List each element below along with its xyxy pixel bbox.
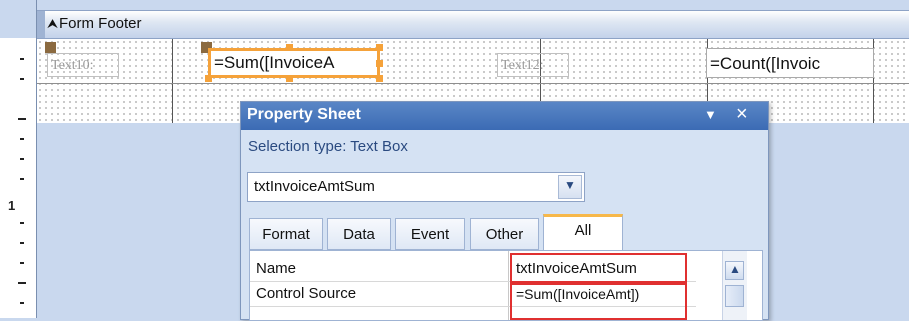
ruler-tick <box>20 158 24 160</box>
tab-data[interactable]: Data <box>327 218 391 250</box>
ruler-number: 1 <box>8 198 16 213</box>
object-selector-value: txtInvoiceAmtSum <box>254 178 375 195</box>
property-name: Control Source <box>256 285 357 302</box>
ruler-tick <box>18 118 26 120</box>
form-footer-section-bar[interactable]: ⮝ Form Footer <box>37 10 909 39</box>
ruler-header-strip <box>0 0 36 38</box>
selection-type: Selection type: Text Box <box>248 138 408 155</box>
textbox-count[interactable]: =Count([Invoic <box>706 48 874 78</box>
tab-event[interactable]: Event <box>395 218 465 250</box>
property-name: Name <box>256 260 297 277</box>
textbox-sum[interactable]: =Sum([InvoiceA <box>208 48 380 78</box>
object-selector-button[interactable]: ▼ <box>558 175 582 199</box>
ruler-tick <box>20 242 24 244</box>
grid-line <box>37 83 909 84</box>
resize-handle[interactable] <box>376 60 383 67</box>
resize-handle[interactable] <box>286 75 293 82</box>
tab-other[interactable]: Other <box>470 218 539 250</box>
scroll-thumb[interactable] <box>725 285 744 307</box>
resize-handle[interactable] <box>205 75 212 82</box>
ruler-tick <box>20 178 24 180</box>
ruler-tick <box>20 78 24 80</box>
label-text12[interactable]: Text12: <box>497 53 569 77</box>
ruler-tick <box>20 262 24 264</box>
tab-all[interactable]: All <box>543 214 623 250</box>
property-grid[interactable]: Name txtInvoiceAmtSum Control Source =Su… <box>249 250 763 321</box>
highlight-box <box>510 283 687 320</box>
section-title: Form Footer <box>59 15 142 32</box>
ruler-tick <box>20 138 24 140</box>
vertical-scrollbar[interactable]: ▲ <box>722 251 747 320</box>
move-handle[interactable] <box>45 42 56 53</box>
ruler-tick <box>18 282 26 284</box>
vertical-ruler[interactable]: 1 <box>0 0 37 318</box>
property-sheet-titlebar[interactable]: Property Sheet ▼ × <box>241 102 768 130</box>
dropdown-arrow-icon[interactable]: ▼ <box>704 107 717 122</box>
object-selector[interactable]: txtInvoiceAmtSum ▼ <box>247 172 585 202</box>
scroll-up-button[interactable]: ▲ <box>725 261 744 280</box>
ruler-tick <box>20 222 24 224</box>
property-sheet[interactable]: Property Sheet ▼ × Selection type: Text … <box>240 101 769 321</box>
highlight-box <box>510 253 687 283</box>
grid-line <box>172 39 173 123</box>
property-sheet-title: Property Sheet <box>247 106 361 123</box>
resize-handle[interactable] <box>376 75 383 82</box>
tab-format[interactable]: Format <box>249 218 323 250</box>
ruler-tick <box>20 58 24 60</box>
resize-handle[interactable] <box>286 44 293 51</box>
label-text10[interactable]: Text10: <box>47 53 119 77</box>
chevron-up-icon: ▲ <box>729 262 741 276</box>
ruler-tick <box>20 302 24 304</box>
close-icon[interactable]: × <box>736 103 748 126</box>
chevron-down-icon: ▼ <box>564 178 576 192</box>
up-arrow-icon: ⮝ <box>47 16 59 31</box>
section-selector[interactable] <box>37 11 45 38</box>
resize-handle[interactable] <box>376 44 383 51</box>
